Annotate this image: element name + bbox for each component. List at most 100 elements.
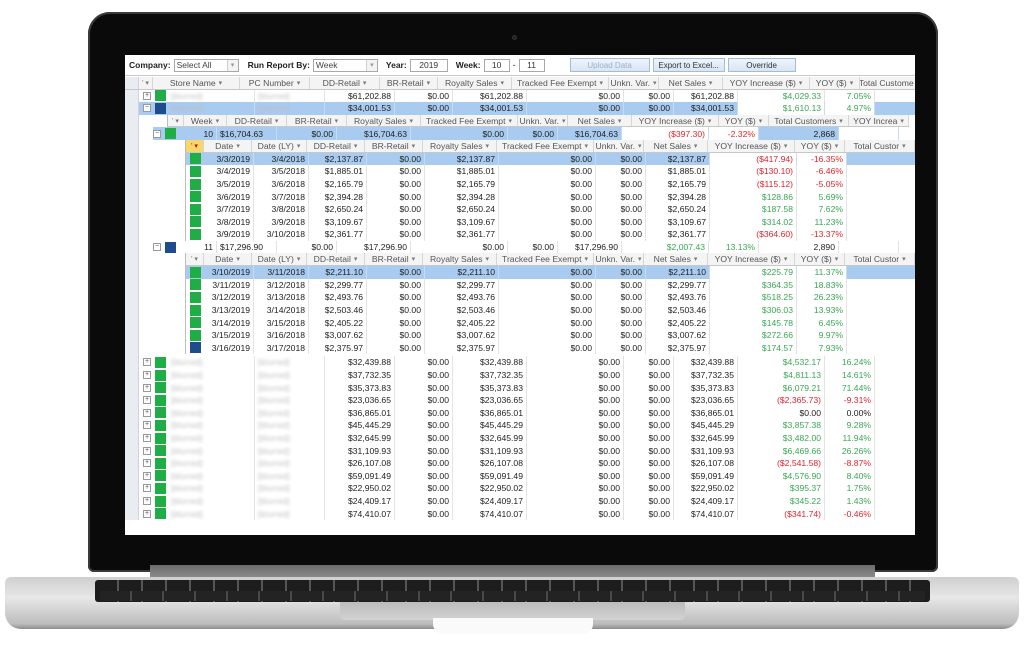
column-header-store-name[interactable]: Store Name ▾ (153, 77, 240, 89)
sort-arrow-icon[interactable]: ▾ (236, 142, 240, 150)
row-selector[interactable] (125, 457, 139, 470)
row-selector[interactable] (125, 494, 139, 508)
day-column-header-br-retail[interactable]: BR-Retail ▾ (365, 140, 423, 152)
sort-arrow-icon[interactable]: ▾ (694, 142, 698, 150)
sort-arrow-icon[interactable]: ▾ (599, 79, 603, 87)
collapse-icon[interactable]: − (153, 129, 161, 138)
expand-icon[interactable]: + (143, 383, 151, 392)
sort-arrow-icon[interactable]: ▾ (902, 142, 906, 150)
week-column-header-royalty-sales[interactable]: Royalty Sales ▾ (347, 114, 421, 127)
year-input[interactable]: 2019 (409, 58, 448, 72)
column-header-royalty-sales[interactable]: Royalty Sales ▾ (438, 77, 512, 89)
column-header-pc-number[interactable]: PC Number ▾ (240, 77, 310, 89)
collapse-icon[interactable]: − (153, 243, 161, 252)
select-all-column[interactable]: ' ▾ (139, 77, 153, 89)
expand-icon[interactable]: + (143, 484, 151, 493)
expand-icon[interactable]: + (143, 471, 151, 480)
day-column-header-total-custor[interactable]: Total Custor ▾ (845, 140, 915, 152)
sort-arrow-icon[interactable]: ▾ (335, 117, 339, 125)
row-selector[interactable] (125, 469, 139, 483)
sort-arrow-icon[interactable]: ▾ (410, 117, 414, 125)
collapse-icon[interactable]: − (143, 104, 151, 113)
day-column-header-dd-retail[interactable]: DD-Retail ▾ (307, 253, 365, 265)
column-header-yoy-[interactable]: YOY ($) ▾ (810, 77, 860, 89)
week-column-header-br-retail[interactable]: BR-Retail ▾ (287, 114, 347, 127)
week-column-header-yoy-increase-[interactable]: YOY Increase ($) ▾ (632, 114, 719, 127)
day-column-header-yoy-increase-[interactable]: YOY Increase ($) ▾ (708, 140, 795, 152)
day-column-header-date-ly-[interactable]: Date (LY) ▾ (252, 253, 307, 265)
select-all-column[interactable]: ' ▾ (168, 114, 184, 127)
sort-arrow-icon[interactable]: ▾ (709, 79, 713, 87)
sort-arrow-icon[interactable]: ▾ (354, 142, 358, 150)
row-selector[interactable] (125, 507, 139, 520)
sort-arrow-icon[interactable]: ▾ (501, 79, 505, 87)
sort-arrow-icon[interactable]: ' ▾ (172, 117, 179, 125)
sort-arrow-icon[interactable]: ▾ (759, 117, 763, 125)
sort-arrow-icon[interactable]: ▾ (297, 255, 301, 263)
sort-arrow-icon[interactable]: ▾ (835, 142, 839, 150)
column-header-br-retail[interactable]: BR-Retail ▾ (380, 77, 438, 89)
expand-icon[interactable]: + (143, 509, 151, 518)
sort-arrow-icon[interactable]: ▾ (653, 79, 657, 87)
column-header-total-custome[interactable]: Total Custome ▾ (860, 77, 915, 89)
company-select[interactable]: Select All ▾ (173, 58, 239, 72)
row-selector[interactable] (125, 419, 139, 432)
sort-arrow-icon[interactable]: ▾ (638, 255, 642, 263)
day-column-header-royalty-sales[interactable]: Royalty Sales ▾ (423, 253, 497, 265)
sort-arrow-icon[interactable]: ▾ (638, 142, 642, 150)
week-column-header-total-customers[interactable]: Total Customers ▾ (769, 114, 849, 127)
sort-arrow-icon[interactable]: ▾ (219, 79, 223, 87)
day-column-header-yoy-increase-[interactable]: YOY Increase ($) ▾ (708, 253, 795, 265)
expand-icon[interactable]: + (143, 459, 151, 468)
sort-arrow-icon[interactable]: ▾ (412, 142, 416, 150)
week-to-input[interactable]: 11 (518, 58, 545, 72)
expand-icon[interactable]: + (143, 371, 151, 380)
sort-arrow-icon[interactable]: ▾ (275, 117, 279, 125)
row-selector[interactable] (125, 368, 139, 382)
row-selector[interactable] (125, 444, 139, 457)
sort-arrow-icon[interactable]: ▾ (900, 117, 904, 125)
week-column-header-dd-retail[interactable]: DD-Retail ▾ (227, 114, 287, 127)
sort-arrow-icon[interactable]: ▾ (694, 255, 698, 263)
week-column-header-net-sales[interactable]: Net Sales ▾ (568, 114, 632, 127)
row-selector[interactable] (125, 102, 139, 115)
sort-arrow-icon[interactable]: ▾ (486, 142, 490, 150)
expand-icon[interactable]: + (143, 434, 151, 443)
sort-arrow-icon[interactable]: ▾ (799, 79, 803, 87)
sort-arrow-icon[interactable]: ▾ (297, 79, 301, 87)
sort-arrow-icon[interactable]: ' ▾ (191, 142, 198, 150)
sort-arrow-icon[interactable]: ▾ (562, 117, 566, 125)
sort-arrow-icon[interactable]: ▾ (297, 142, 301, 150)
sort-arrow-icon[interactable]: ' ▾ (142, 79, 149, 87)
day-column-header-total-custor[interactable]: Total Custor ▾ (845, 253, 915, 265)
select-all-column[interactable]: ' ▾ (186, 140, 204, 152)
day-column-header-yoy-[interactable]: YOY ($) ▾ (795, 140, 845, 152)
sort-arrow-icon[interactable]: ▾ (835, 255, 839, 263)
week-from-input[interactable]: 10 (483, 58, 510, 72)
override-button[interactable]: Override (727, 58, 796, 72)
week-column-header-unkn-var-[interactable]: Unkn. Var. ▾ (518, 114, 568, 127)
run-report-by-select[interactable]: Week ▾ (312, 58, 378, 72)
row-selector[interactable] (125, 77, 139, 89)
row-selector[interactable] (125, 406, 139, 420)
day-column-header-dd-retail[interactable]: DD-Retail ▾ (307, 140, 365, 152)
expand-icon[interactable]: + (143, 421, 151, 430)
row-selector[interactable] (125, 394, 139, 407)
export-excel-button[interactable]: Export to Excel... (652, 58, 725, 72)
sort-arrow-icon[interactable]: ▾ (839, 117, 843, 125)
sort-arrow-icon[interactable]: ▾ (412, 255, 416, 263)
expand-icon[interactable]: + (143, 396, 151, 405)
expand-icon[interactable]: + (143, 446, 151, 455)
day-column-header-royalty-sales[interactable]: Royalty Sales ▾ (423, 140, 497, 152)
day-column-header-yoy-[interactable]: YOY ($) ▾ (795, 253, 845, 265)
column-header-unkn-var-[interactable]: Unkn. Var. ▾ (609, 77, 659, 89)
day-column-header-date-ly-[interactable]: Date (LY) ▾ (252, 140, 307, 152)
sort-arrow-icon[interactable]: ▾ (584, 142, 588, 150)
sort-arrow-icon[interactable]: ▾ (784, 142, 788, 150)
upload-data-button[interactable]: Upload Data (569, 58, 650, 72)
column-header-dd-retail[interactable]: DD-Retail ▾ (310, 77, 380, 89)
sort-arrow-icon[interactable]: ▾ (508, 117, 512, 125)
row-selector[interactable] (125, 89, 139, 103)
row-selector[interactable] (125, 431, 139, 445)
day-column-header-net-sales[interactable]: Net Sales ▾ (644, 140, 708, 152)
